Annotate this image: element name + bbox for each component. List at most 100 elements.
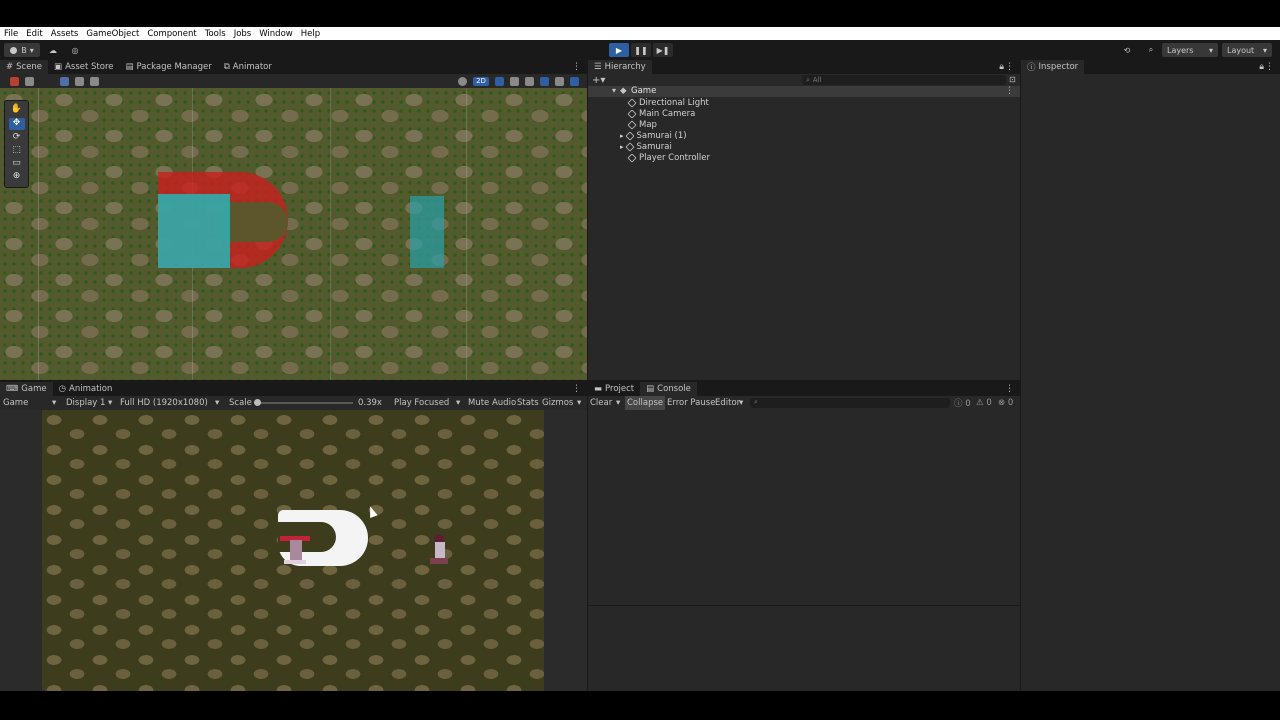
tab-project[interactable]: ▬ Project — [588, 382, 640, 396]
kebab-menu-icon[interactable]: ⋮ — [1005, 384, 1014, 394]
vertical-splitter[interactable] — [587, 60, 588, 691]
menu-tools[interactable]: Tools — [201, 29, 230, 39]
scale-slider-track[interactable] — [257, 402, 353, 404]
hierarchy-item[interactable]: Directional Light — [627, 97, 709, 108]
draw-mode-icon[interactable] — [10, 76, 19, 86]
account-button[interactable]: B ▾ — [4, 43, 40, 57]
kebab-menu-icon[interactable]: ⋮ — [1005, 86, 1014, 96]
slash-effect-sprite[interactable] — [158, 172, 308, 268]
collab-icon[interactable]: ◎ — [66, 43, 84, 57]
rotate-tool-icon[interactable]: ⟳ — [10, 132, 24, 143]
console-search-input[interactable]: ⌕ — [750, 398, 950, 408]
scale-slider-handle[interactable] — [254, 399, 261, 406]
hierarchy-item[interactable]: Main Camera — [627, 108, 696, 119]
hierarchy-item[interactable]: Map — [627, 119, 657, 130]
samurai-sprite[interactable] — [410, 196, 444, 268]
kebab-menu-icon[interactable]: ⋮ — [572, 62, 581, 72]
cloud-icon[interactable]: ☁ — [44, 43, 62, 57]
tab-hierarchy[interactable]: ☰ Hierarchy — [588, 60, 652, 74]
sphere-icon[interactable] — [458, 76, 467, 86]
menu-edit[interactable]: Edit — [22, 29, 46, 39]
step-button[interactable]: ▶❚ — [653, 43, 673, 57]
console-divider[interactable] — [588, 605, 1020, 606]
tab-scene[interactable]: # Scene — [0, 60, 49, 74]
tab-console[interactable]: ▤ Console — [640, 382, 697, 396]
hierarchy-item-label: Map — [639, 119, 657, 130]
scale-value: 0.39x — [358, 398, 382, 408]
menu-component[interactable]: Component — [143, 29, 200, 39]
stats-toggle[interactable]: Stats — [517, 398, 539, 408]
menu-gameobject[interactable]: GameObject — [82, 29, 143, 39]
tab-animator[interactable]: ⧉ Animator — [218, 60, 278, 74]
move-tool-icon[interactable]: ✥ — [8, 118, 25, 130]
hierarchy-item[interactable]: ▸ Samurai — [620, 141, 672, 152]
game-render[interactable] — [42, 410, 544, 691]
2d-toggle[interactable]: 2D — [473, 76, 489, 86]
mute-audio-toggle[interactable]: Mute Audio — [468, 398, 516, 408]
tab-asset-store[interactable]: ▣ Asset Store — [48, 60, 119, 74]
info-count-toggle[interactable]: ⓘ 0 — [954, 397, 971, 409]
pause-button[interactable]: ❚❚ — [631, 43, 651, 57]
menu-jobs[interactable]: Jobs — [230, 29, 256, 39]
hand-tool-icon[interactable]: ✋ — [10, 104, 24, 115]
error-count-toggle[interactable]: ⊗ 0 — [998, 398, 1013, 408]
expand-arrow-icon[interactable]: ▸ — [620, 132, 624, 140]
gizmos-dropdown[interactable]: Gizmos — [542, 398, 573, 408]
horizontal-splitter[interactable] — [0, 380, 1020, 382]
collapse-toggle[interactable]: Collapse — [625, 396, 666, 410]
lock-icon[interactable]: 🔒︎ — [999, 62, 1004, 72]
enemy-samurai-sprite — [430, 530, 450, 568]
gizmo-globe-icon[interactable] — [570, 76, 579, 86]
increment-snap-icon[interactable] — [75, 76, 84, 86]
hierarchy-options-icon[interactable]: ⊡ — [1009, 75, 1016, 84]
clear-button[interactable]: Clear — [590, 398, 612, 408]
add-icon[interactable]: +▾ — [592, 75, 605, 86]
layout-dropdown[interactable]: Layout ▾ — [1222, 43, 1272, 57]
kebab-menu-icon[interactable]: ⋮ — [1005, 62, 1014, 72]
play-button[interactable]: ▶ — [609, 43, 629, 57]
search-icon[interactable]: ⌕ — [1142, 43, 1160, 57]
transform-tool-icon[interactable]: ⊕ — [10, 171, 24, 182]
layers-dropdown[interactable]: Layers ▾ — [1162, 43, 1218, 57]
expand-arrow-icon[interactable]: ▾ — [612, 86, 616, 95]
kebab-menu-icon[interactable]: ⋮ — [572, 384, 581, 394]
play-focused-dropdown[interactable]: Play Focused — [394, 398, 449, 408]
scene-tabbar: # Scene ▣ Asset Store ▤ Package Manager ⧉ An… — [0, 60, 587, 74]
hierarchy-item-label: Main Camera — [639, 108, 696, 119]
visibility-icon[interactable] — [540, 76, 549, 86]
error-pause-toggle[interactable]: Error Pause — [667, 398, 715, 408]
display-dropdown[interactable]: Display 1 — [66, 398, 105, 408]
menu-help[interactable]: Help — [297, 29, 324, 39]
scale-tool-icon[interactable]: ⬚ — [10, 145, 24, 156]
game-view-dropdown[interactable]: Game — [3, 398, 28, 408]
tab-inspector[interactable]: ⓘ Inspector — [1021, 60, 1085, 74]
hierarchy-search-input[interactable]: ⌕ All — [802, 75, 1006, 85]
rect-tool-icon[interactable]: ▭ — [10, 158, 24, 169]
scene-viewport[interactable]: ✋ ✥ ⟳ ⬚ ▭ ⊕ — [0, 88, 587, 380]
hierarchy-item[interactable]: Player Controller — [627, 152, 710, 163]
hierarchy-item[interactable]: ▸ Samurai (1) — [620, 130, 687, 141]
lock-icon[interactable]: 🔒︎ — [1259, 62, 1264, 72]
fx-icon[interactable] — [525, 76, 534, 86]
scene-root-row[interactable]: ▾ ◆ Game ⋮ — [588, 86, 1020, 97]
resolution-dropdown[interactable]: Full HD (1920x1080) — [120, 398, 208, 408]
light-icon[interactable] — [495, 76, 504, 86]
shading-icon[interactable] — [25, 76, 34, 86]
warning-count-toggle[interactable]: ⚠ 0 — [976, 398, 992, 408]
kebab-menu-icon[interactable]: ⋮ — [1265, 62, 1274, 72]
unity-editor-window: File Edit Assets GameObject Component To… — [0, 0, 1280, 720]
vertical-splitter[interactable] — [1020, 60, 1021, 691]
tab-animation[interactable]: ◷ Animation — [53, 382, 119, 396]
menu-window[interactable]: Window — [255, 29, 297, 39]
history-icon[interactable]: ⟲ — [1118, 43, 1136, 57]
menu-assets[interactable]: Assets — [47, 29, 83, 39]
expand-arrow-icon[interactable]: ▸ — [620, 143, 624, 151]
tab-game[interactable]: ⌨ Game — [0, 382, 53, 396]
align-icon[interactable] — [90, 76, 99, 86]
editor-dropdown[interactable]: Editor — [715, 398, 740, 408]
menu-file[interactable]: File — [0, 29, 22, 39]
audio-icon[interactable] — [510, 76, 519, 86]
tab-package-manager[interactable]: ▤ Package Manager — [119, 60, 217, 74]
camera-icon[interactable] — [555, 76, 564, 86]
grid-snap-icon[interactable] — [60, 76, 69, 86]
